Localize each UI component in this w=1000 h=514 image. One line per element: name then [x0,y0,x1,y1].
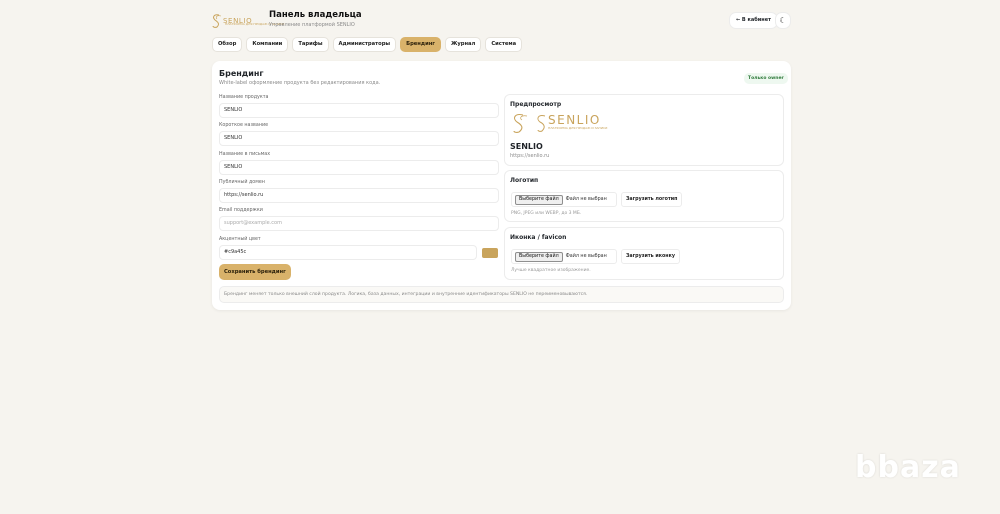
short-name-input[interactable]: SENLIO [219,131,499,146]
favicon-file-row: Выберите файл Файл не выбран Загрузить и… [511,249,680,264]
section-title: Брендинг [219,69,264,78]
tab-tariffs[interactable]: Тарифы [292,37,329,52]
support-email-label: Email поддержки [219,208,263,213]
product-name-label: Название продукта [219,95,269,100]
back-to-cabinet-button[interactable]: ← В кабинет [729,12,778,29]
tab-companies[interactable]: Компании [246,37,289,52]
logo-tagline: ПЛАТФОРМА ДЛЯ ПРОДАЖ И ЗАПИСИ [225,22,285,26]
upload-logo-button[interactable]: Загрузить логотип [621,192,683,207]
accent-color-swatch[interactable] [482,248,498,258]
logo-mark-icon [212,14,222,28]
favicon-upload-panel: Иконка / favicon Выберите файл Файл не в… [504,227,784,280]
section-description: White-label оформление продукта без реда… [219,80,381,86]
nav-tabs: Обзор Компании Тарифы Администраторы Бре… [212,37,523,52]
preview-logo-text: SENLIO [548,113,601,127]
page-subtitle: Управление платформой SENLIO [269,22,355,28]
save-branding-button[interactable]: Сохранить брендинг [219,264,291,280]
short-name-label: Короткое название [219,123,269,128]
logo-file-input[interactable]: Выберите файл Файл не выбран [511,192,617,207]
favicon-choose-file-button[interactable]: Выберите файл [515,251,563,262]
logo-file-status: Файл не выбран [565,197,607,202]
page-title: Панель владельца [269,10,362,20]
app-logo[interactable]: SENLIO [211,12,265,30]
topbar: SENLIO ПЛАТФОРМА ДЛЯ ПРОДАЖ И ЗАПИСИ Пан… [211,10,791,32]
favicon-file-input[interactable]: Выберите файл Файл не выбран [511,249,617,264]
branding-note: Брендинг меняет только внешний слой прод… [219,286,784,303]
watermark: bbaza [855,450,961,485]
logo-upload-panel: Логотип Выберите файл Файл не выбран Заг… [504,170,784,222]
accent-color-label: Акцентный цвет [219,237,261,242]
public-domain-label: Публичный домен [219,180,265,185]
preview-title: Предпросмотр [510,101,562,108]
favicon-upload-title: Иконка / favicon [510,234,567,241]
logo-file-row: Выберите файл Файл не выбран Загрузить л… [511,192,683,207]
branding-card: Брендинг White-label оформление продукта… [212,61,791,310]
owner-only-badge: Только owner [744,73,788,84]
theme-toggle-moon-icon[interactable]: ☾ [775,12,791,29]
accent-color-input[interactable]: #c9a45c [219,245,477,260]
email-name-input[interactable]: SENLIO [219,160,499,175]
favicon-upload-hint: Лучше квадратное изображение. [511,268,591,273]
upload-favicon-button[interactable]: Загрузить иконку [621,249,680,264]
favicon-file-status: Файл не выбран [565,254,607,259]
product-name-input[interactable]: SENLIO [219,103,499,118]
public-domain-input[interactable]: https://senlio.ru [219,188,499,203]
tab-journal[interactable]: Журнал [445,37,482,52]
logo-upload-title: Логотип [510,177,539,184]
tab-overview[interactable]: Обзор [212,37,243,52]
preview-url: https://senlio.ru [510,153,550,159]
tab-administrators[interactable]: Администраторы [332,37,397,52]
logo-choose-file-button[interactable]: Выберите файл [515,194,563,205]
preview-logo-tagline: ПЛАТФОРМА ДЛЯ ПРОДАЖ И ЗАПИСИ [548,126,608,130]
preview-panel: Предпросмотр SENLIO ПЛАТФОРМА ДЛЯ ПРОДАЖ… [504,94,784,166]
tab-branding[interactable]: Брендинг [400,37,442,52]
page-titles: Панель владельца Управление платформой S… [269,10,362,30]
support-email-input[interactable]: support@example.com [219,216,499,231]
email-name-label: Название в письмах [219,152,271,157]
tab-system[interactable]: Система [485,37,523,52]
logo-upload-hint: PNG, JPEG или WEBP, до 3 МБ. [511,211,582,216]
preview-product-name: SENLIO [510,142,543,151]
